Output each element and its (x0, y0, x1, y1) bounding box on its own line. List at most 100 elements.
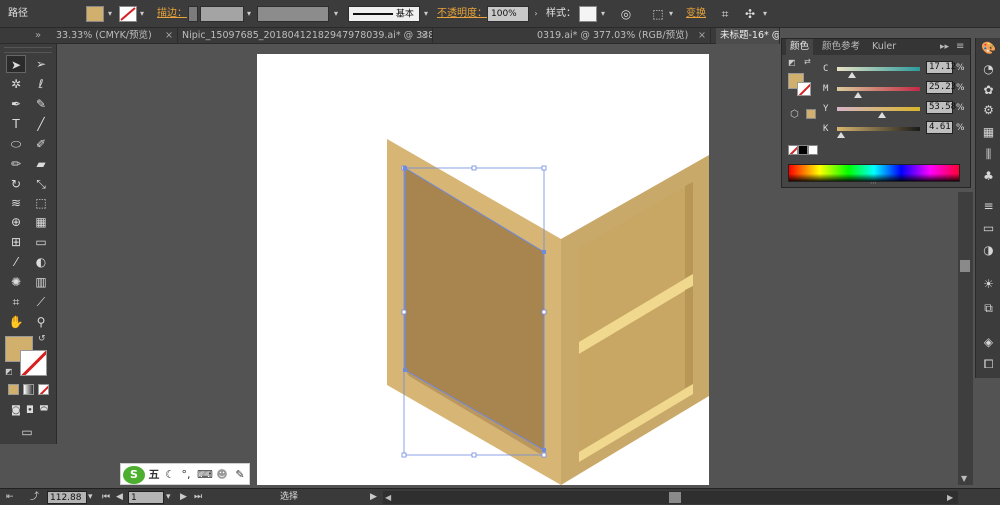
tab-color-guide[interactable]: 颜色参考 (818, 39, 864, 55)
gamut-color-swatch[interactable] (806, 109, 816, 119)
perspective-grid-tool-icon[interactable]: ▦ (31, 213, 51, 231)
horizontal-scrollbar[interactable]: ◀ ▶ (383, 491, 958, 504)
yellow-slider-track[interactable] (837, 107, 920, 111)
tab-color[interactable]: 颜色 (786, 39, 814, 55)
artboards-icon[interactable]: ⧉ (980, 300, 997, 317)
last-page-icon[interactable]: ⏭ (194, 491, 202, 504)
tabs-collapse-icon[interactable]: » (35, 28, 41, 44)
stroke-weight-stepper[interactable] (188, 6, 198, 22)
warp-tool-icon[interactable]: ≋ (6, 194, 26, 212)
stroke-panel-link[interactable]: 描边： (157, 5, 187, 23)
none-swatch[interactable] (788, 145, 798, 155)
align-icon[interactable]: ⬚ (649, 5, 667, 23)
next-page-icon[interactable]: ▶ (180, 491, 187, 504)
appearance-icon[interactable]: ⚙ (980, 102, 997, 119)
draw-inside-icon[interactable]: ◚ (34, 402, 54, 420)
swatches-icon[interactable]: ▦ (980, 124, 997, 141)
mesh-tool-icon[interactable]: ⊞ (6, 233, 26, 251)
none-mode-icon[interactable] (38, 384, 49, 395)
scroll-down-icon[interactable]: ▼ (961, 474, 967, 483)
curvature-tool-icon[interactable]: ✎ (31, 95, 51, 113)
panel-resize-grip[interactable]: ⋯ (870, 180, 877, 187)
graphic-style-swatch[interactable] (579, 6, 597, 22)
yellow-value-field[interactable]: 53.58 (926, 101, 956, 114)
pencil-tool-icon[interactable]: ✏ (6, 155, 26, 173)
color-panel-icon[interactable]: 🎨 (980, 40, 997, 57)
eyedropper-tool-icon[interactable]: ⁄ (6, 253, 26, 271)
kuler-icon[interactable]: ✿ (980, 82, 997, 99)
brush-style-field[interactable]: 基本 (348, 6, 420, 22)
fill-dropdown-icon[interactable]: ▾ (105, 8, 115, 20)
pen-tool-icon[interactable]: ✒ (6, 95, 26, 113)
panel-menu-icon[interactable]: ≡ (956, 39, 964, 55)
moon-icon[interactable]: ☾ (163, 466, 177, 484)
prev-page-icon[interactable]: ◀ (116, 491, 123, 504)
transform-link[interactable]: 变换 (686, 5, 706, 23)
fill-swatch[interactable] (86, 6, 104, 22)
swap-colors-icon[interactable]: ↺ (38, 334, 46, 344)
vertical-scroll-thumb[interactable] (960, 260, 970, 272)
first-page-icon[interactable]: ⏮ (102, 491, 110, 504)
tab-doc-3[interactable]: 0319.ai* @ 377.03% (RGB/预览) × (533, 28, 711, 44)
swap-fill-stroke-icon[interactable]: ⇄ (804, 57, 811, 66)
lasso-tool-icon[interactable]: ℓ (31, 75, 51, 93)
black-slider-knob[interactable] (837, 132, 845, 138)
eraser-tool-icon[interactable]: ▰ (31, 155, 51, 173)
selection-tool-icon[interactable]: ➤ (6, 55, 26, 73)
user-icon[interactable]: ☻ (215, 466, 229, 484)
color-mode-icon[interactable] (8, 384, 19, 395)
graphic-styles-icon[interactable]: ☀ (980, 276, 997, 293)
tab-doc-1[interactable]: 33.33% (CMYK/预览) × (52, 28, 178, 44)
opacity-link[interactable]: 不透明度： (437, 5, 487, 23)
sogou-logo-icon[interactable]: S (123, 466, 145, 484)
isometric-door-artwork[interactable] (257, 54, 709, 485)
symbol-sprayer-tool-icon[interactable]: ✺ (6, 273, 26, 291)
ellipse-tool-icon[interactable]: ⬭ (6, 135, 26, 153)
brushes-icon[interactable]: ⫼ (980, 146, 997, 163)
scale-tool-icon[interactable]: ⤡ (31, 175, 51, 193)
cyan-value-field[interactable]: 17.12 (926, 61, 956, 74)
zoom-tool-icon[interactable]: ⚲ (31, 313, 51, 331)
panel-stroke-swatch[interactable] (797, 82, 811, 96)
align-dropdown-icon[interactable]: ▾ (666, 8, 676, 20)
gradient-panel-icon[interactable]: ▭ (980, 220, 997, 237)
cyan-slider-knob[interactable] (848, 72, 856, 78)
tab-doc-2[interactable]: Nipic_15097685_20180412182947978039.ai* … (178, 28, 433, 44)
free-transform-tool-icon[interactable]: ⬚ (31, 194, 51, 212)
zoom-field[interactable]: 112.88 (47, 491, 87, 504)
rotate-tool-icon[interactable]: ↻ (6, 175, 26, 193)
status-menu-icon[interactable]: ▶ (370, 491, 377, 504)
default-fill-stroke-icon[interactable]: ◩ (788, 58, 796, 67)
magenta-slider-track[interactable] (837, 87, 920, 91)
black-value-field[interactable]: 4.61 (926, 121, 953, 134)
layers-icon[interactable]: ◈ (980, 334, 997, 351)
stroke-weight-dropdown-icon[interactable]: ▾ (244, 8, 254, 20)
style-dropdown-icon[interactable]: ▾ (598, 8, 608, 20)
gradient-tool-icon[interactable]: ▭ (31, 233, 51, 251)
vertical-scrollbar[interactable]: ▼ (958, 192, 973, 485)
keyboard-icon[interactable]: ⌨ (197, 466, 213, 484)
cyan-slider-track[interactable] (837, 67, 920, 71)
tab-doc-4[interactable]: 未标题-16* @ 112.88% (CMYK/预览) (716, 28, 780, 44)
panel-grip[interactable] (4, 47, 52, 53)
opacity-field[interactable]: 100% (487, 6, 529, 22)
line-tool-icon[interactable]: ╱ (31, 115, 51, 133)
magic-wand-tool-icon[interactable]: ✲ (6, 75, 26, 93)
isolate-icon[interactable]: ⌗ (716, 5, 734, 23)
stroke-dropdown-icon[interactable]: ▾ (137, 8, 147, 20)
links-icon[interactable]: ⧠ (980, 356, 997, 373)
transparency-icon[interactable]: ◑ (980, 242, 997, 259)
type-tool-icon[interactable]: T (6, 115, 26, 133)
scroll-right-icon[interactable]: ▶ (947, 491, 953, 504)
tab-kuler[interactable]: Kuler (868, 39, 900, 55)
arrange-dropdown-icon[interactable]: ▾ (760, 8, 770, 20)
stroke-panel-icon[interactable]: ≡ (980, 198, 997, 215)
stroke-swatch[interactable] (119, 6, 137, 22)
first-artboard-icon[interactable]: ⇤ (6, 491, 14, 504)
slice-tool-icon[interactable]: ⟋ (31, 293, 51, 311)
wrench-icon[interactable]: ✎ (232, 466, 248, 484)
default-colors-icon[interactable]: ◩ (5, 367, 13, 376)
page-dropdown-icon[interactable]: ▾ (166, 491, 171, 504)
brush-style-dropdown-icon[interactable]: ▾ (421, 8, 431, 20)
opacity-dropdown-icon[interactable]: › (531, 8, 541, 20)
